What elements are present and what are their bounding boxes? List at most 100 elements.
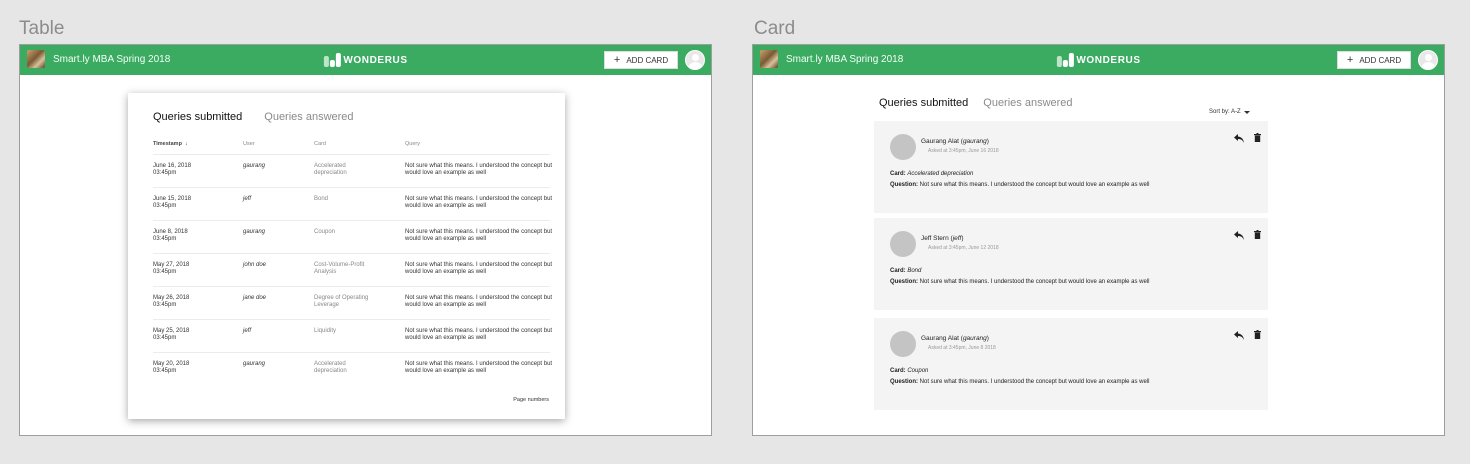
add-card-button[interactable]: + ADD CARD (1337, 51, 1411, 69)
card-view-frame: Smart.ly MBA Spring 2018 WONDERUS + ADD … (752, 44, 1445, 436)
logo-text: WONDERUS (1076, 54, 1141, 66)
cell-query: Not sure what this means. I understood t… (405, 229, 553, 242)
course-thumbnail[interactable] (27, 50, 45, 68)
add-card-button[interactable]: + ADD CARD (604, 51, 678, 69)
table-row[interactable]: June 8, 2018 03:45pm gaurang Coupon Not … (153, 220, 552, 253)
cell-query: Not sure what this means. I understood t… (405, 163, 553, 176)
cell-query: Not sure what this means. I understood t… (405, 196, 553, 209)
sort-arrow-icon: ↓ (185, 141, 188, 147)
column-header-timestamp[interactable]: Timestamp ↓ (153, 141, 188, 147)
query-card: Gaurang Alat (gaurang) Asked at 3:45pm, … (874, 318, 1268, 410)
trash-icon[interactable] (1254, 230, 1261, 239)
table-row[interactable]: May 26, 2018 03:45pm jane doe Degree of … (153, 286, 552, 319)
app-bar: Smart.ly MBA Spring 2018 WONDERUS + ADD … (753, 45, 1444, 75)
cell-user: john doe (243, 262, 267, 268)
tab-queries-submitted[interactable]: Queries submitted (879, 97, 968, 109)
cell-query: Not sure what this means. I understood t… (405, 328, 553, 341)
table-section-label: Table (19, 18, 65, 39)
card-reference: Card: Accelerated depreciation (890, 171, 974, 177)
query-card: Jeff Stern (jeff) Asked at 3:45pm, June … (874, 218, 1268, 310)
tab-queries-submitted[interactable]: Queries submitted (153, 111, 242, 123)
tab-queries-answered[interactable]: Queries answered (983, 97, 1072, 109)
course-thumbnail[interactable] (760, 50, 778, 68)
table-header: Timestamp ↓ User Card Query (153, 141, 550, 153)
trash-icon[interactable] (1254, 133, 1261, 142)
card-reference: Card: Bond (890, 268, 922, 274)
cell-timestamp: May 25, 2018 03:45pm (153, 328, 190, 341)
column-header-card[interactable]: Card (314, 141, 326, 147)
avatar (890, 331, 916, 357)
table-row[interactable]: June 16, 2018 03:45pm gaurang Accelerate… (153, 154, 552, 187)
cell-timestamp: May 20, 2018 03:45pm (153, 361, 190, 374)
queries-table-panel: Queries submitted Queries answered Times… (128, 93, 565, 419)
caret-down-icon (1243, 110, 1250, 114)
table-row[interactable]: June 15, 2018 03:45pm jeff Bond Not sure… (153, 187, 552, 220)
cell-card: Accelerated depreciation (314, 163, 347, 176)
column-header-user[interactable]: User (243, 141, 255, 147)
card-section-label: Card (754, 18, 796, 39)
plus-icon: + (613, 53, 621, 66)
wonderus-logo[interactable]: WONDERUS (323, 53, 407, 67)
reply-icon[interactable] (1234, 231, 1244, 240)
cell-query: Not sure what this means. I understood t… (405, 262, 553, 275)
question-text: Question: Not sure what this means. I un… (890, 279, 1150, 285)
logo-mark-icon (1056, 53, 1074, 67)
cell-card: Cost-Volume-Profit Analysis (314, 262, 365, 275)
cell-user: jane doe (243, 295, 267, 301)
app-bar: Smart.ly MBA Spring 2018 WONDERUS + ADD … (20, 45, 711, 75)
query-tabs: Queries submitted Queries answered (153, 111, 354, 123)
cell-card: Degree of Operating Leverage (314, 295, 369, 308)
question-text: Question: Not sure what this means. I un… (890, 182, 1150, 188)
table-view-frame: Smart.ly MBA Spring 2018 WONDERUS + ADD … (19, 44, 712, 436)
cell-user: gaurang (243, 361, 266, 367)
cell-timestamp: June 15, 2018 03:45pm (153, 196, 192, 209)
logo-text: WONDERUS (343, 54, 408, 66)
sort-dropdown[interactable]: Sort by: A-Z (1209, 109, 1250, 115)
user-avatar[interactable] (1418, 50, 1438, 70)
card-reference: Card: Coupon (890, 368, 929, 374)
tab-queries-answered[interactable]: Queries answered (264, 111, 353, 123)
avatar (890, 231, 916, 257)
cell-card: Coupon (314, 229, 336, 235)
table-row[interactable]: May 20, 2018 03:45pm gaurang Accelerated… (153, 352, 552, 385)
cell-user: gaurang (243, 229, 266, 235)
cell-timestamp: June 8, 2018 03:45pm (153, 229, 188, 242)
query-tabs: Queries submitted Queries answered (879, 97, 1073, 109)
add-card-label: ADD CARD (626, 55, 669, 65)
logo-mark-icon (323, 53, 341, 67)
table-row[interactable]: May 25, 2018 03:45pm jeff Liquidity Not … (153, 319, 552, 352)
reply-icon[interactable] (1234, 331, 1244, 340)
trash-icon[interactable] (1254, 330, 1261, 339)
user-avatar[interactable] (685, 50, 705, 70)
table-row[interactable]: May 27, 2018 03:45pm john doe Cost-Volum… (153, 253, 552, 286)
asker-name: Jeff Stern (jeff) (921, 235, 964, 242)
cell-card: Accelerated depreciation (314, 361, 347, 374)
cell-user: gaurang (243, 163, 266, 169)
plus-icon: + (1346, 53, 1354, 66)
cell-timestamp: May 27, 2018 03:45pm (153, 262, 190, 275)
question-text: Question: Not sure what this means. I un… (890, 379, 1150, 385)
asker-name: Gaurang Alat (gaurang) (921, 138, 989, 145)
cell-user: jeff (243, 196, 252, 202)
course-title[interactable]: Smart.ly MBA Spring 2018 (786, 54, 903, 65)
cell-card: Liquidity (314, 328, 337, 334)
asked-timestamp: Asked at 3:45pm, June 12 2018 (928, 245, 999, 251)
add-card-label: ADD CARD (1359, 55, 1402, 65)
avatar (890, 134, 916, 160)
reply-icon[interactable] (1234, 134, 1244, 143)
sort-label: Sort by: A-Z (1209, 109, 1241, 115)
asked-timestamp: Asked at 3:45pm, June 16 2018 (928, 148, 999, 154)
asked-timestamp: Asked at 3:45pm, June 8 2018 (928, 345, 996, 351)
cell-user: jeff (243, 328, 252, 334)
query-card: Gaurang Alat (gaurang) Asked at 3:45pm, … (874, 121, 1268, 213)
pagination[interactable]: Page numbers (513, 397, 549, 403)
cell-card: Bond (314, 196, 329, 202)
cell-timestamp: May 26, 2018 03:45pm (153, 295, 190, 308)
cell-query: Not sure what this means. I understood t… (405, 361, 553, 374)
wonderus-logo[interactable]: WONDERUS (1056, 53, 1140, 67)
course-title[interactable]: Smart.ly MBA Spring 2018 (53, 54, 170, 65)
asker-name: Gaurang Alat (gaurang) (921, 335, 989, 342)
cell-query: Not sure what this means. I understood t… (405, 295, 553, 308)
cell-timestamp: June 16, 2018 03:45pm (153, 163, 192, 176)
column-header-query[interactable]: Query (405, 141, 420, 147)
